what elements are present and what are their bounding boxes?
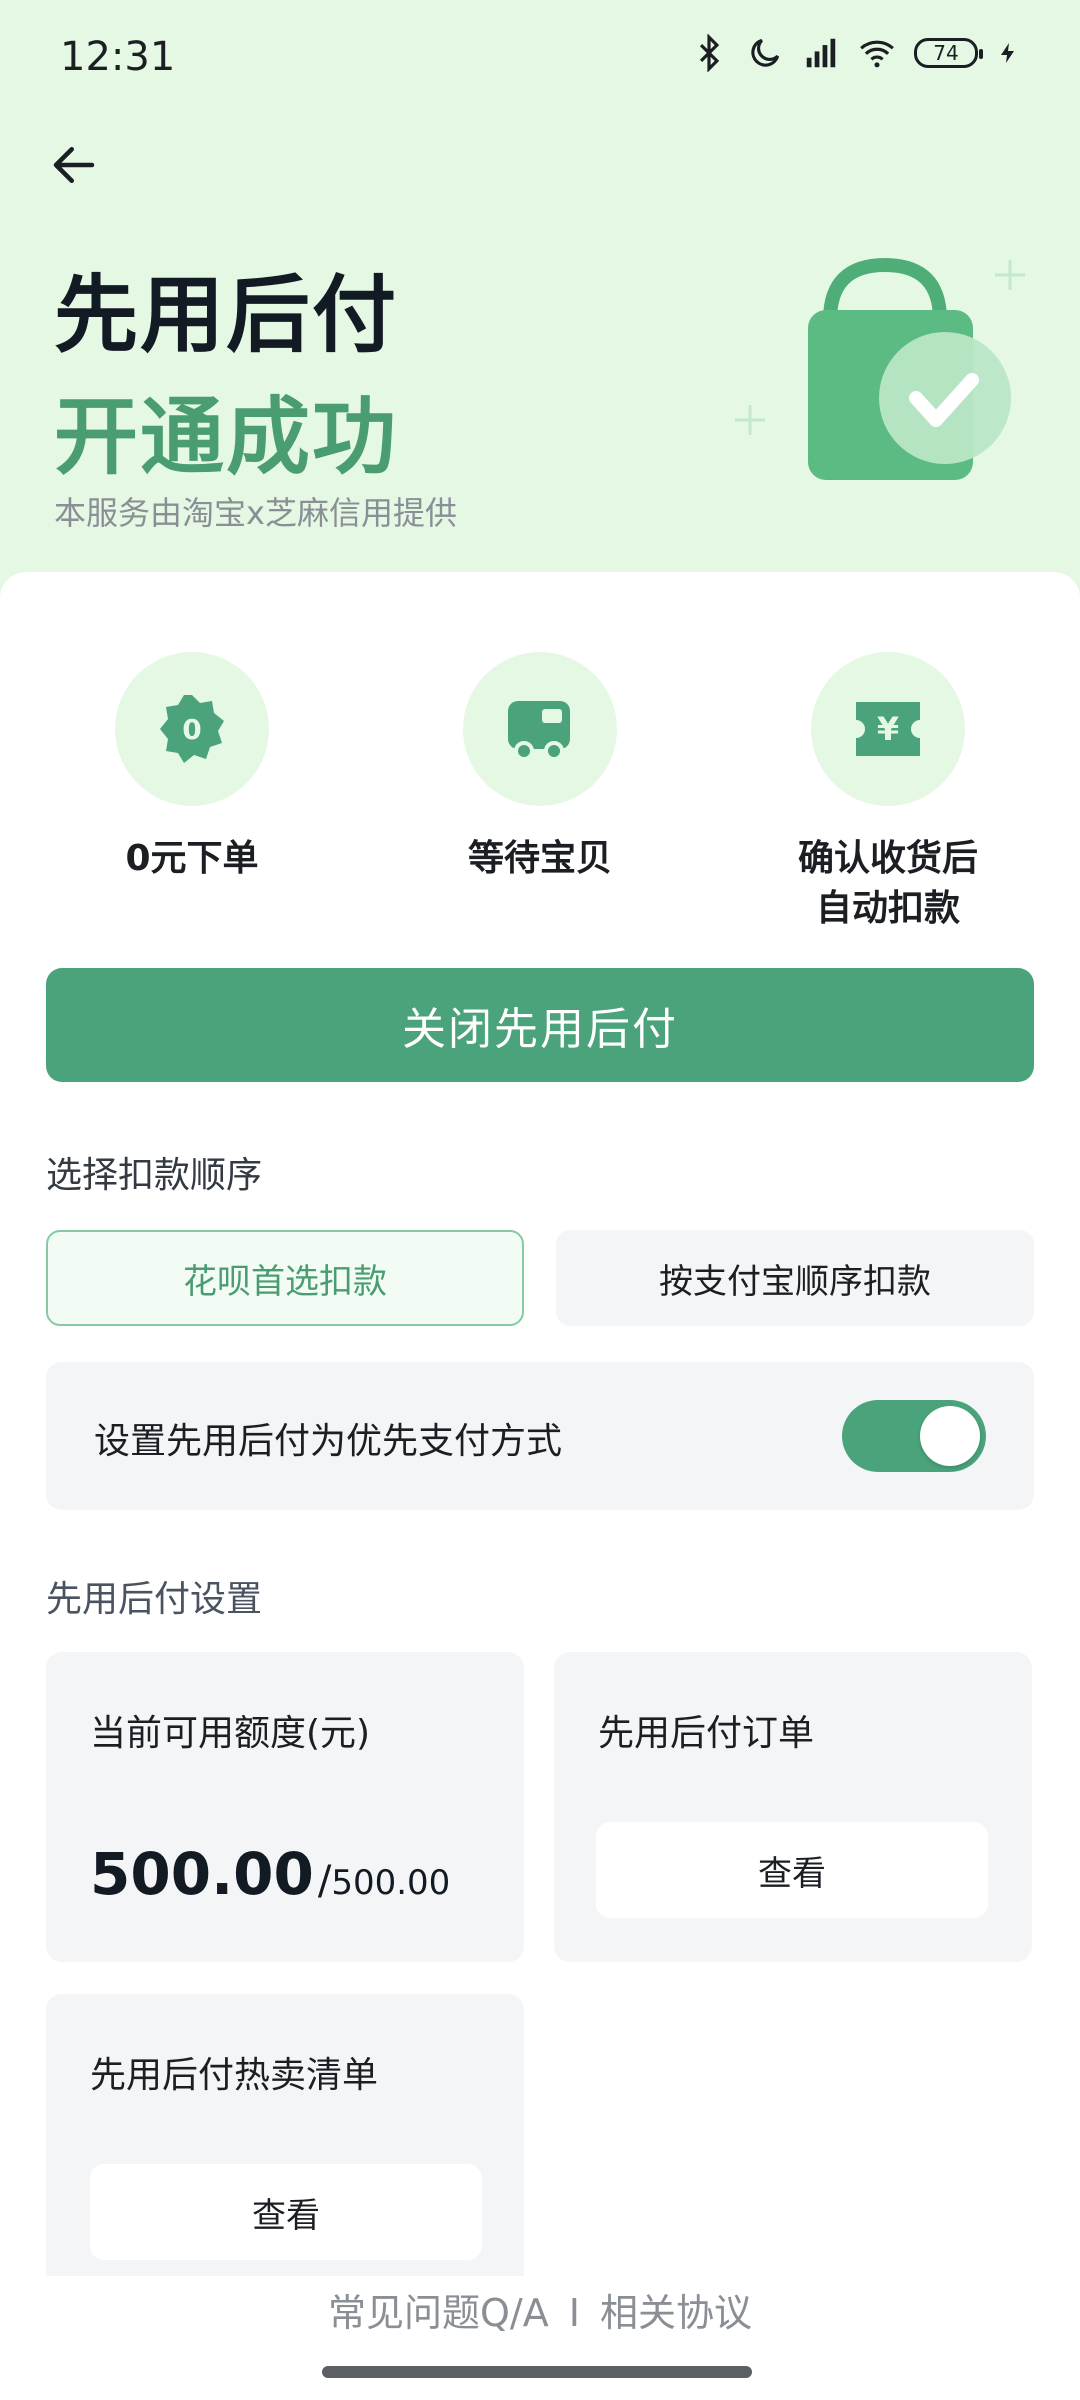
quota-total: 500.00: [331, 1863, 451, 1903]
page-title-success: 开通成功: [54, 388, 399, 486]
deduction-order-title: 选择扣款顺序: [46, 1155, 263, 1196]
close-pay-later-button[interactable]: 关闭先用后付: [46, 968, 1034, 1082]
process-steps: 0 0元下单 等待宝贝 ¥ 确认收货后 自动扣款: [0, 652, 1080, 952]
quota-value: 500.00/500.00: [90, 1840, 450, 1908]
quota-label: 当前可用额度(元): [90, 1713, 371, 1754]
view-orders-button[interactable]: 查看: [596, 1822, 988, 1918]
page-title: 先用后付: [54, 266, 399, 364]
step-label: 确认收货后 自动扣款: [797, 838, 978, 929]
svg-text:¥: ¥: [877, 710, 899, 748]
back-button[interactable]: [44, 135, 104, 195]
footer-links: 常见问题Q/A I 相关协议: [0, 2282, 1080, 2337]
priority-payment-toggle[interactable]: [842, 1400, 986, 1472]
truck-icon: [508, 701, 570, 761]
priority-payment-row: 设置先用后付为优先支付方式: [46, 1362, 1034, 1510]
agreement-link[interactable]: 相关协议: [600, 2291, 752, 2335]
toggle-knob: [920, 1406, 980, 1466]
option-alipay-order[interactable]: 按支付宝顺序扣款: [556, 1230, 1034, 1326]
moon-icon: [751, 38, 780, 67]
step-circle: 0: [115, 652, 269, 806]
back-arrow-icon: [53, 147, 95, 183]
settings-title: 先用后付设置: [46, 1579, 263, 1620]
svg-text:0: 0: [182, 713, 201, 746]
quota-tile: 当前可用额度(元) 500.00/500.00: [46, 1652, 524, 1962]
view-hot-list-button[interactable]: 查看: [90, 2164, 482, 2260]
orders-label: 先用后付订单: [598, 1713, 815, 1754]
option-huabei-first[interactable]: 花呗首选扣款: [46, 1230, 524, 1326]
header-banner: 12:31 74 先用后付 开通成功 本服务由淘宝x芝麻信用提供: [0, 0, 1080, 620]
hot-list-tile: 先用后付热卖清单 查看: [46, 1994, 524, 2276]
step-zero-order: 0 0元下单: [42, 652, 342, 884]
step-auto-deduct: ¥ 确认收货后 自动扣款: [738, 652, 1038, 934]
shopping-bag-success-icon: [735, 257, 1025, 480]
orders-tile: 先用后付订单 查看: [554, 1652, 1032, 1962]
status-bar: 12:31 74: [0, 0, 1080, 120]
priority-payment-label: 设置先用后付为优先支付方式: [94, 1421, 563, 1462]
quota-separator: /: [317, 1858, 332, 1904]
wifi-icon: [860, 40, 894, 68]
service-provider-note: 本服务由淘宝x芝麻信用提供: [54, 494, 457, 532]
step-label: 0元下单: [125, 838, 259, 879]
status-icons: 74: [690, 34, 1020, 72]
footer-separator: I: [568, 2291, 580, 2335]
status-time: 12:31: [60, 34, 176, 80]
signal-icon: [806, 38, 836, 68]
step-circle: ¥: [811, 652, 965, 806]
step-circle: [463, 652, 617, 806]
faq-link[interactable]: 常见问题Q/A: [328, 2291, 549, 2335]
step-await-item: 等待宝贝: [390, 652, 690, 884]
charging-icon: [1001, 43, 1014, 63]
battery-icon: 74: [914, 38, 983, 68]
step-label: 等待宝贝: [467, 838, 612, 879]
quota-available: 500.00: [90, 1840, 314, 1908]
hot-list-label: 先用后付热卖清单: [90, 2055, 379, 2096]
yuan-ticket-icon: ¥: [856, 702, 920, 756]
home-indicator[interactable]: [322, 2366, 752, 2378]
zero-badge-icon: 0: [160, 695, 224, 763]
bluetooth-icon: [699, 34, 720, 72]
